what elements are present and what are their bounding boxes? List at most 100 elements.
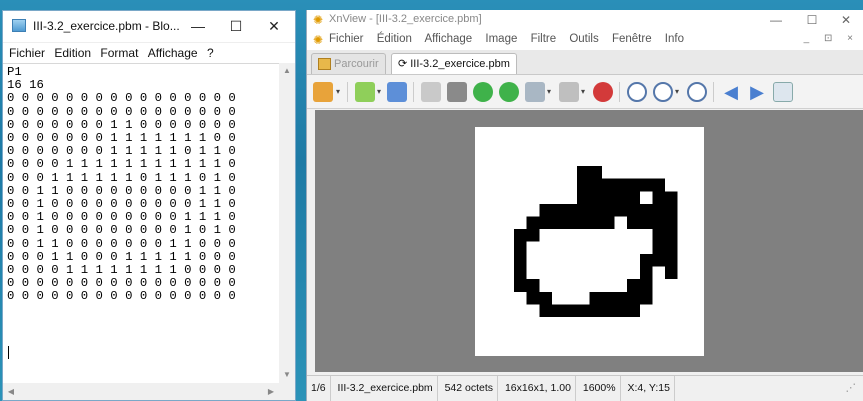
xnview-minimize-button[interactable]: — (757, 10, 795, 30)
next-icon[interactable]: ▶ (747, 82, 767, 102)
effects-icon[interactable] (593, 82, 613, 102)
crop-icon[interactable] (447, 82, 467, 102)
black-pixel (639, 291, 653, 305)
black-pixel (664, 254, 678, 267)
black-pixel (652, 216, 665, 229)
black-pixel (664, 203, 678, 217)
black-pixel (627, 216, 640, 229)
notepad-title: III-3.2_exercice.pbm - Blo... (33, 19, 180, 33)
chevron-down-icon[interactable]: ▾ (581, 87, 585, 96)
notepad-app-icon (12, 19, 26, 32)
black-pixel (526, 216, 540, 229)
xnview-titlebar[interactable]: ✺ XnView - [III-3.2_exercice.pbm] — ☐ ✕ (307, 10, 863, 30)
notepad-menu-help[interactable]: ? (207, 43, 214, 63)
notepad-vertical-scrollbar[interactable]: ▲ ▼ (279, 63, 295, 383)
notepad-maximize-button[interactable]: ☐ (217, 11, 255, 42)
black-pixel (652, 254, 665, 267)
status-file-index: 1/6 (307, 376, 331, 401)
xnview-toolbar: ▾ ▾ ▾ ▾ ▾ ◀ ▶ (307, 75, 863, 109)
black-pixel (514, 279, 527, 292)
xnview-menu-edition[interactable]: Édition (377, 33, 412, 45)
chevron-down-icon[interactable]: ▾ (336, 87, 340, 96)
black-pixel (664, 228, 678, 242)
zoom-original-icon[interactable] (653, 82, 673, 102)
black-pixel (652, 228, 665, 242)
chevron-down-icon[interactable]: ▾ (675, 87, 679, 96)
notepad-menu-affichage[interactable]: Affichage (148, 43, 198, 63)
tab-image-file[interactable]: ⟳ III-3.2_exercice.pbm (391, 53, 517, 74)
rotate-right-icon[interactable] (499, 82, 519, 102)
scroll-right-icon[interactable]: ▶ (263, 383, 279, 400)
xnview-menu-info[interactable]: Info (665, 33, 684, 45)
previous-icon[interactable]: ◀ (721, 82, 741, 102)
xnview-resize-grip[interactable]: ⋰ (842, 376, 861, 401)
status-file-name: III-3.2_exercice.pbm (334, 376, 438, 401)
black-pixel (614, 178, 628, 192)
print-icon[interactable] (559, 82, 579, 102)
notepad-minimize-button[interactable]: — (179, 11, 217, 42)
scroll-down-icon[interactable]: ▼ (279, 367, 295, 383)
xnview-close-button[interactable]: ✕ (827, 10, 863, 30)
black-pixel (564, 203, 577, 217)
black-pixel (589, 216, 603, 229)
open-folder-icon[interactable] (355, 82, 375, 102)
xnview-menu-fichier[interactable]: Fichier (329, 33, 364, 45)
black-pixel (551, 304, 565, 317)
toolbar-divider (619, 82, 620, 102)
fullscreen-icon[interactable] (773, 82, 793, 102)
black-pixel (639, 279, 653, 292)
notepad-text-area[interactable]: P1 16 16 0 0 0 0 0 0 0 0 0 0 0 0 0 0 0 0… (3, 63, 279, 383)
black-pixel (514, 266, 527, 280)
xnview-menu-outils[interactable]: Outils (569, 33, 598, 45)
notepad-resize-grip[interactable] (279, 383, 295, 400)
undo-icon[interactable] (421, 82, 441, 102)
xnview-menu-fenetre[interactable]: Fenêtre (612, 33, 652, 45)
black-pixel (589, 178, 603, 192)
black-pixel (576, 166, 590, 179)
xnview-window: ✺ XnView - [III-3.2_exercice.pbm] — ☐ ✕ … (306, 10, 863, 401)
text-caret (8, 346, 9, 359)
xnview-menu-logo-icon[interactable]: ✺ (313, 33, 323, 47)
xnview-menu-affichage[interactable]: Affichage (424, 33, 472, 45)
toolbar-divider (713, 82, 714, 102)
black-pixel (627, 178, 640, 192)
status-cursor-position: X:4, Y:15 (623, 376, 675, 401)
notepad-menu-format[interactable]: Format (100, 43, 138, 63)
xnview-menu-filtre[interactable]: Filtre (531, 33, 557, 45)
black-pixel (627, 191, 640, 204)
tab-parcourir[interactable]: Parcourir (311, 53, 386, 74)
mdi-window-controls[interactable]: _ ⊡ × (804, 33, 859, 44)
black-pixel (514, 241, 527, 255)
black-pixel (589, 304, 603, 317)
notepad-menu-fichier[interactable]: Fichier (9, 43, 45, 63)
xnview-status-bar: 1/6 III-3.2_exercice.pbm 542 octets 16x1… (307, 375, 863, 401)
tab-parcourir-label: Parcourir (334, 58, 379, 70)
black-pixel (614, 191, 628, 204)
black-pixel (652, 241, 665, 255)
zoom-out-icon[interactable] (687, 82, 707, 102)
notepad-horizontal-scrollbar[interactable]: ◀ ▶ (3, 383, 279, 400)
notepad-close-button[interactable]: ✕ (255, 11, 293, 42)
xnview-menu-image[interactable]: Image (485, 33, 517, 45)
scroll-left-icon[interactable]: ◀ (3, 383, 19, 400)
zoom-in-icon[interactable] (627, 82, 647, 102)
black-pixel (614, 203, 628, 217)
toolbar-divider (413, 82, 414, 102)
image-tab-icon: ⟳ (398, 58, 408, 71)
image-viewer-area[interactable] (315, 110, 863, 372)
browser-icon[interactable] (313, 82, 333, 102)
notepad-menu-edition[interactable]: Edition (54, 43, 91, 63)
xnview-maximize-button[interactable]: ☐ (793, 10, 831, 30)
adjust-icon[interactable] (525, 82, 545, 102)
scroll-up-icon[interactable]: ▲ (279, 63, 295, 79)
chevron-down-icon[interactable]: ▾ (547, 87, 551, 96)
black-pixel (514, 228, 527, 242)
pbm-image (475, 127, 704, 356)
black-pixel (652, 178, 665, 192)
chevron-down-icon[interactable]: ▾ (377, 87, 381, 96)
notepad-titlebar[interactable]: III-3.2_exercice.pbm - Blo... — ☐ ✕ (3, 11, 295, 43)
black-pixel (639, 203, 653, 217)
rotate-left-icon[interactable] (473, 82, 493, 102)
xnview-title: XnView - [III-3.2_exercice.pbm] (329, 13, 482, 25)
save-icon[interactable] (387, 82, 407, 102)
